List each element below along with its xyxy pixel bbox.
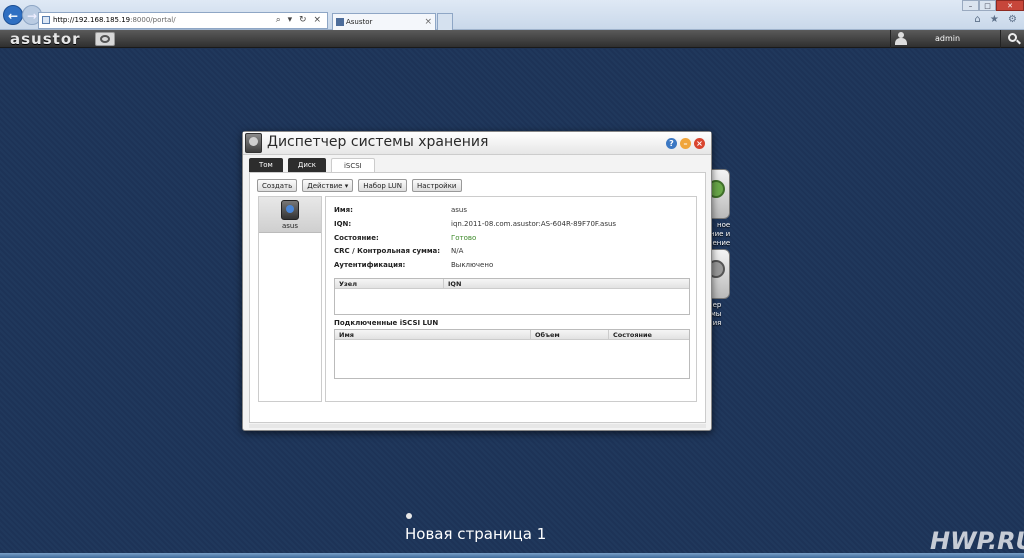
browser-toolbar: ← → http://192.168.185.19:8000/portal/ ⌕… [0, 0, 1024, 30]
storage-manager-icon [245, 133, 262, 153]
detail-value: N/A [451, 247, 464, 255]
back-button[interactable]: ← [3, 5, 23, 25]
username-label[interactable]: admin [935, 30, 960, 48]
luns-table: Имя Объем Состояние [334, 329, 690, 379]
tab-volume[interactable]: Том [249, 158, 283, 172]
column-header-node[interactable]: Узел [335, 279, 443, 289]
status-value: Готово [451, 234, 477, 242]
tab-bar: Том Диск iSCSI [249, 158, 380, 172]
page-icon [42, 16, 50, 24]
url-path: :8000/portal/ [130, 16, 176, 24]
adm-taskbar: asustor admin [0, 30, 1024, 48]
detail-value: Выключено [451, 261, 494, 269]
column-header-iqn[interactable]: IQN [443, 279, 689, 289]
detail-key: Имя: [334, 206, 353, 214]
asustor-logo: asustor [10, 30, 81, 48]
column-header-name[interactable]: Имя [335, 330, 530, 340]
iscsi-panel: Создать Действие ▾ Набор LUN Настройки a… [249, 172, 706, 423]
browser-tools-icons[interactable]: ⌂ ★ ⚙ [974, 14, 1020, 25]
action-dropdown-button[interactable]: Действие ▾ [302, 179, 354, 192]
tab-disk[interactable]: Диск [287, 158, 326, 172]
close-window-button[interactable]: ✕ [996, 0, 1024, 11]
window-status-bar [249, 424, 706, 428]
column-header-status[interactable]: Состояние [608, 330, 689, 340]
detail-key: Состояние: [334, 234, 379, 242]
create-button[interactable]: Создать [257, 179, 298, 192]
browser-tab-title: Asustor [346, 18, 373, 26]
page-label: Новая страница 1 [405, 525, 547, 543]
target-list: asus [258, 196, 322, 402]
toolbar: Создать Действие ▾ Набор LUN Настройки [257, 179, 467, 193]
window-controls: – □ ✕ [962, 0, 1024, 11]
lun-set-button[interactable]: Набор LUN [358, 179, 407, 192]
nodes-table-header: Узел IQN [335, 279, 689, 289]
os-taskbar [0, 553, 1024, 558]
tab-iscsi[interactable]: iSCSI [330, 158, 375, 172]
user-icon[interactable] [895, 32, 907, 45]
app-central-icon[interactable] [95, 32, 115, 46]
window-title-bar[interactable]: Диспетчер системы хранения ? – × [243, 132, 711, 155]
address-tools-icons[interactable]: ⌕ ▾ ↻ × [276, 13, 323, 28]
detail-key: Аутентификация: [334, 261, 406, 269]
page-indicator-dot[interactable] [406, 513, 412, 519]
minimize-window-button[interactable]: – [962, 0, 979, 11]
settings-button[interactable]: Настройки [411, 179, 462, 192]
tab-favicon [336, 18, 344, 26]
url-host: http://192.168.185.19 [53, 16, 131, 24]
luns-table-header: Имя Объем Состояние [335, 330, 689, 340]
nodes-table: Узел IQN [334, 278, 690, 315]
close-button[interactable]: × [694, 138, 705, 149]
detail-key: IQN: [334, 220, 352, 228]
help-button[interactable]: ? [666, 138, 677, 149]
target-details: Имя: asus IQN: iqn.2011-08.com.asustor:A… [325, 196, 697, 402]
tab-close-icon[interactable]: × [424, 14, 432, 30]
disk-icon [281, 200, 299, 220]
minimize-button[interactable]: – [680, 138, 691, 149]
target-item-asus[interactable]: asus [259, 197, 321, 233]
address-bar[interactable]: http://192.168.185.19:8000/portal/ ⌕ ▾ ↻… [38, 12, 328, 29]
user-separator [890, 30, 891, 48]
window-title: Диспетчер системы хранения [267, 134, 489, 150]
detail-value: asus [451, 206, 468, 214]
detail-value: iqn.2011-08.com.asustor:AS-604R-89F70F.a… [451, 220, 617, 228]
storage-manager-window: Диспетчер системы хранения ? – × Том Дис… [242, 131, 712, 431]
watermark: HWP.RU [930, 527, 1024, 555]
search-icon[interactable] [1000, 30, 1024, 48]
target-item-label: asus [281, 222, 299, 230]
maximize-window-button[interactable]: □ [979, 0, 996, 11]
detail-key: CRC / Контрольная сумма: [334, 247, 441, 255]
column-header-size[interactable]: Объем [530, 330, 608, 340]
browser-tab-asustor[interactable]: Asustor × [332, 13, 436, 30]
new-tab-button[interactable] [437, 13, 453, 30]
connected-luns-title: Подключенные iSCSI LUN [334, 319, 439, 327]
